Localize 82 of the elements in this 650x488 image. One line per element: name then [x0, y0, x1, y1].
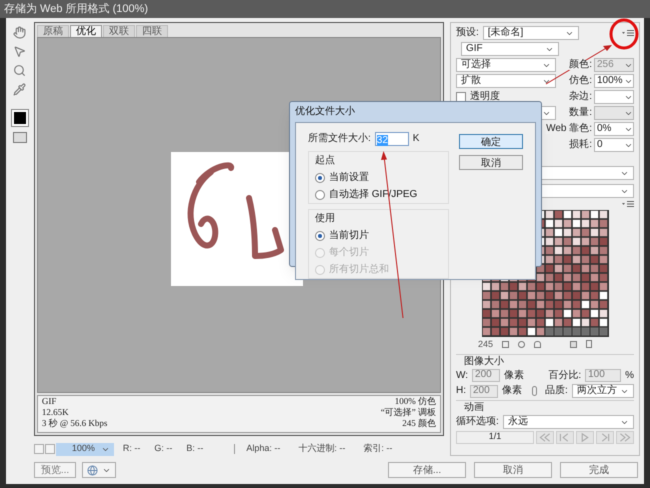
info-text: GIF — [42, 396, 58, 407]
radio-button[interactable] — [315, 172, 325, 182]
quality-select[interactable]: 两次立方 — [572, 384, 634, 398]
group-title: 起点 — [315, 154, 336, 168]
radio-button[interactable] — [315, 230, 325, 240]
cancel-button[interactable]: 取消 — [459, 155, 523, 170]
slice-toggle-icon[interactable] — [12, 132, 27, 143]
color-readout: 十六进制: -- — [298, 442, 346, 456]
option-label: 杂边: — [569, 92, 592, 102]
percent-label: 百分比: — [547, 370, 582, 380]
option-combo[interactable] — [594, 90, 634, 104]
width-field[interactable]: 200 — [472, 369, 500, 382]
frame-counter: 1/1 — [456, 431, 534, 444]
field-label: H: — [456, 386, 466, 396]
option-select[interactable]: 扩散 — [456, 74, 556, 88]
group-title: 图像大小 — [463, 357, 505, 367]
preview-button[interactable]: 预览... — [34, 462, 76, 478]
format-select[interactable]: GIF — [461, 42, 559, 56]
color-readout: Alpha: -- — [246, 442, 280, 456]
radio-label: 所有切片总和 — [329, 262, 389, 277]
group-title: 动画 — [463, 403, 485, 413]
save-button[interactable]: 存储... — [388, 462, 466, 478]
ok-button[interactable]: 确定 — [459, 134, 523, 149]
option-label: 仿色: — [569, 76, 592, 86]
info-text: 245 颜色 — [402, 418, 436, 429]
preset-select[interactable]: [未命名] — [482, 26, 579, 40]
option-label: 数量: — [569, 108, 592, 118]
color-readout: G: -- — [154, 442, 172, 456]
percent-field[interactable]: 100 — [585, 369, 622, 382]
color-readout: B: -- — [186, 442, 204, 456]
option-combo[interactable]: 100% — [594, 74, 634, 88]
menu-icon[interactable] — [622, 29, 634, 37]
browser-button[interactable] — [82, 462, 116, 478]
option-label: 颜色: — [569, 60, 592, 70]
field-label: W: — [456, 370, 468, 380]
option-combo[interactable]: 0% — [594, 122, 634, 136]
option-label: Web 靠色: — [546, 124, 592, 134]
quality-label: 品质: — [545, 386, 568, 396]
zoom-out-button[interactable] — [34, 444, 44, 454]
size-label: 所需文件大小: — [308, 132, 371, 146]
info-text: 100% 仿色 — [394, 396, 436, 407]
checkbox-label: 透明度 — [470, 92, 500, 102]
eyedropper-tool-icon[interactable] — [13, 83, 26, 96]
option-label: 损耗: — [569, 140, 592, 150]
menu-icon[interactable] — [622, 200, 634, 208]
hand-tool-icon[interactable] — [13, 26, 26, 39]
info-text: 3 秒 @ 56.6 Kbps — [42, 418, 108, 429]
radio-label: 当前设置 — [329, 170, 369, 185]
cancel-button[interactable]: 取消 — [474, 462, 552, 478]
view-tab[interactable]: 四联 — [136, 25, 168, 37]
pointer-tool-icon[interactable] — [13, 45, 26, 58]
unit-label: K — [412, 132, 420, 146]
color-swatch[interactable] — [12, 110, 28, 126]
zoom-tool-icon[interactable] — [13, 64, 26, 77]
checkbox[interactable] — [456, 92, 466, 102]
circle-mark — [610, 18, 638, 50]
dialog-title: 优化文件大小 — [295, 104, 355, 119]
info-text: “可选择” 调板 — [380, 407, 436, 418]
height-field[interactable]: 200 — [470, 384, 498, 398]
zoom-in-button[interactable] — [44, 444, 55, 454]
radio-button[interactable] — [315, 190, 325, 200]
unit-label: 像素 — [504, 370, 524, 380]
radio-label: 每个切片 — [329, 246, 369, 260]
option-combo[interactable]: 0 — [594, 138, 634, 152]
zoom-field[interactable]: 100% — [56, 442, 114, 456]
info-text: 12.65K — [42, 407, 70, 418]
group-title: 使用 — [315, 212, 336, 226]
loop-select[interactable]: 永远 — [502, 415, 634, 429]
globe-icon — [87, 464, 98, 476]
loop-label: 循环选项: — [456, 417, 499, 427]
view-tab[interactable]: 双联 — [102, 25, 135, 37]
radio-label: 当前切片 — [329, 228, 369, 243]
unit-label: 像素 — [502, 386, 522, 396]
view-tab[interactable]: 优化 — [70, 25, 102, 37]
unit-label: % — [625, 370, 634, 380]
color-readout: R: -- — [122, 442, 140, 456]
view-tab[interactable]: 原稿 — [36, 25, 69, 37]
preset-label: 预设: — [456, 28, 479, 38]
window-title: 存储为 Web 所用格式 (100%) — [4, 2, 148, 17]
color-count: 245 — [478, 340, 494, 348]
done-button[interactable]: 完成 — [560, 462, 638, 478]
color-readout: 索引: -- — [363, 442, 392, 456]
